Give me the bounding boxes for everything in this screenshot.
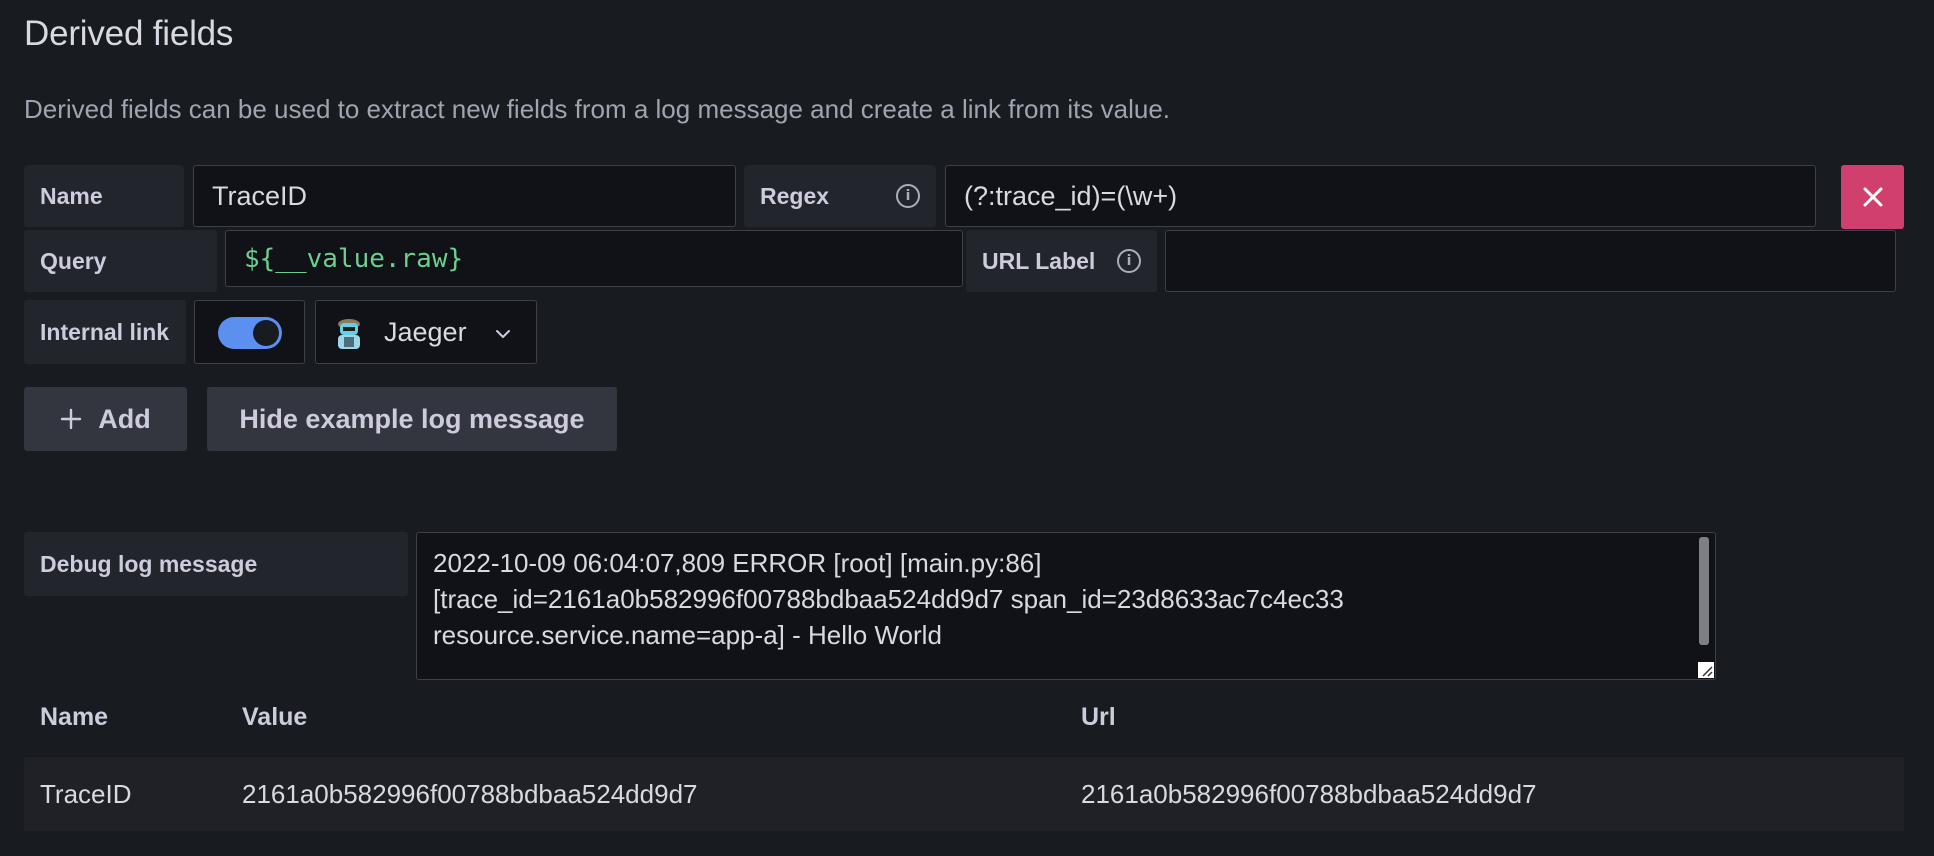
regex-label: Regex i <box>744 165 936 227</box>
internal-link-label: Internal link <box>24 300 186 364</box>
name-label: Name <box>24 165 184 227</box>
name-input-value: TraceID <box>212 180 308 211</box>
query-label: Query <box>24 230 217 292</box>
section-title: Derived fields <box>24 14 234 53</box>
toggle-knob <box>253 320 279 346</box>
debug-log-textarea[interactable]: 2022-10-09 06:04:07,809 ERROR [root] [ma… <box>416 532 1716 680</box>
query-label-text: Query <box>40 247 107 274</box>
debug-log-line: [trace_id=2161a0b582996f00788bdbaa524dd9… <box>433 584 1344 614</box>
query-input-value: ${__value.raw} <box>244 243 464 274</box>
hide-example-label: Hide example log message <box>239 403 585 434</box>
name-input[interactable]: TraceID <box>193 165 736 227</box>
hide-example-button[interactable]: Hide example log message <box>207 387 617 451</box>
textarea-scrollbar[interactable] <box>1699 537 1709 645</box>
close-icon <box>1863 187 1882 207</box>
query-input[interactable]: ${__value.raw} <box>225 230 963 287</box>
debug-log-line: 2022-10-09 06:04:07,809 ERROR [root] [ma… <box>433 548 1042 578</box>
remove-field-button[interactable] <box>1841 165 1904 229</box>
internal-link-label-text: Internal link <box>40 318 170 345</box>
add-button-label: Add <box>98 403 151 434</box>
url-label-input[interactable] <box>1165 230 1896 292</box>
url-label-label: URL Label i <box>966 230 1157 292</box>
debug-log-line: resource.service.name=app-a] - Hello Wor… <box>433 620 942 650</box>
column-header-name: Name <box>40 703 109 731</box>
regex-input[interactable]: (?:trace_id)=(\w+) <box>945 165 1816 227</box>
internal-link-toggle[interactable] <box>218 317 282 349</box>
column-header-value: Value <box>242 703 308 731</box>
debug-log-label: Debug log message <box>24 532 408 596</box>
regex-input-value: (?:trace_id)=(\w+) <box>964 180 1178 211</box>
datasource-name: Jaeger <box>384 316 467 347</box>
row-value: 2161a0b582996f00788bdbaa524dd9d7 <box>242 779 698 809</box>
internal-link-toggle-box[interactable] <box>194 300 305 364</box>
url-label-text: URL Label <box>982 247 1096 274</box>
resize-handle-icon[interactable] <box>1698 662 1714 678</box>
name-label-text: Name <box>40 182 103 209</box>
add-field-button[interactable]: Add <box>24 387 187 451</box>
info-icon[interactable]: i <box>896 184 920 208</box>
info-icon[interactable]: i <box>1117 249 1141 273</box>
row-name: TraceID <box>40 779 132 809</box>
chevron-down-icon <box>496 330 510 338</box>
plus-icon <box>61 408 82 430</box>
column-header-url: Url <box>1081 703 1116 731</box>
datasource-select[interactable]: Jaeger <box>315 300 537 364</box>
row-url[interactable]: 2161a0b582996f00788bdbaa524dd9d7 <box>1081 779 1536 810</box>
table-row: TraceID 2161a0b582996f00788bdbaa524dd9d7… <box>24 757 1904 831</box>
derived-fields-page: Derived fields Derived fields can be use… <box>0 0 1934 856</box>
debug-log-label-text: Debug log message <box>40 550 258 577</box>
regex-label-text: Regex <box>760 182 830 209</box>
section-description: Derived fields can be used to extract ne… <box>24 94 1171 124</box>
jaeger-logo-icon <box>338 319 360 349</box>
